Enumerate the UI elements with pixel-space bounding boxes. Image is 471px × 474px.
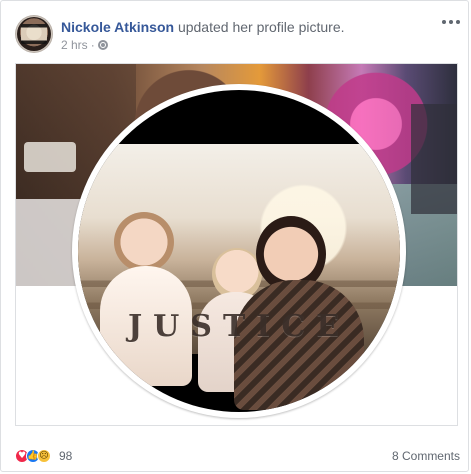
profile-overlay-text: JUSTICE xyxy=(127,309,351,344)
globe-icon[interactable] xyxy=(97,40,108,50)
post-header: Nickole Atkinson updated her profile pic… xyxy=(15,15,460,55)
ellipsis-dot-3 xyxy=(456,20,460,24)
woman-body xyxy=(234,280,364,410)
profile-update-media[interactable]: JUSTICE xyxy=(15,63,458,426)
profile-photo: JUSTICE xyxy=(78,144,400,410)
profile-picture: JUSTICE xyxy=(78,90,400,412)
comments-count-link[interactable]: 8 Comments xyxy=(392,449,460,463)
profile-picture-frame: JUSTICE xyxy=(72,84,406,418)
post-action-text: updated her profile picture. xyxy=(177,19,345,35)
ellipsis-dot-1 xyxy=(442,20,446,24)
cover-right-shadow xyxy=(411,104,457,214)
post-card: Nickole Atkinson updated her profile pic… xyxy=(0,0,469,472)
sad-reaction-icon: ☹ xyxy=(37,449,51,463)
avatar-photo-stripe xyxy=(21,24,47,44)
reaction-count: 98 xyxy=(59,449,73,463)
post-title-line: Nickole Atkinson updated her profile pic… xyxy=(61,19,345,35)
cover-bag-shape xyxy=(24,142,76,172)
child-one-head xyxy=(114,212,174,272)
reactions-summary[interactable]: ♥ 👍 ☹ 98 xyxy=(15,449,72,463)
post-meta: 2 hrs · xyxy=(61,38,108,52)
meta-separator: · xyxy=(90,38,95,52)
author-avatar[interactable] xyxy=(15,15,53,53)
ellipsis-icon[interactable] xyxy=(442,17,460,27)
author-name-link[interactable]: Nickole Atkinson xyxy=(61,19,174,35)
ellipsis-dot-2 xyxy=(449,20,453,24)
post-timestamp[interactable]: 2 hrs xyxy=(61,38,88,52)
post-footer: ♥ 👍 ☹ 98 8 Comments xyxy=(15,445,460,467)
